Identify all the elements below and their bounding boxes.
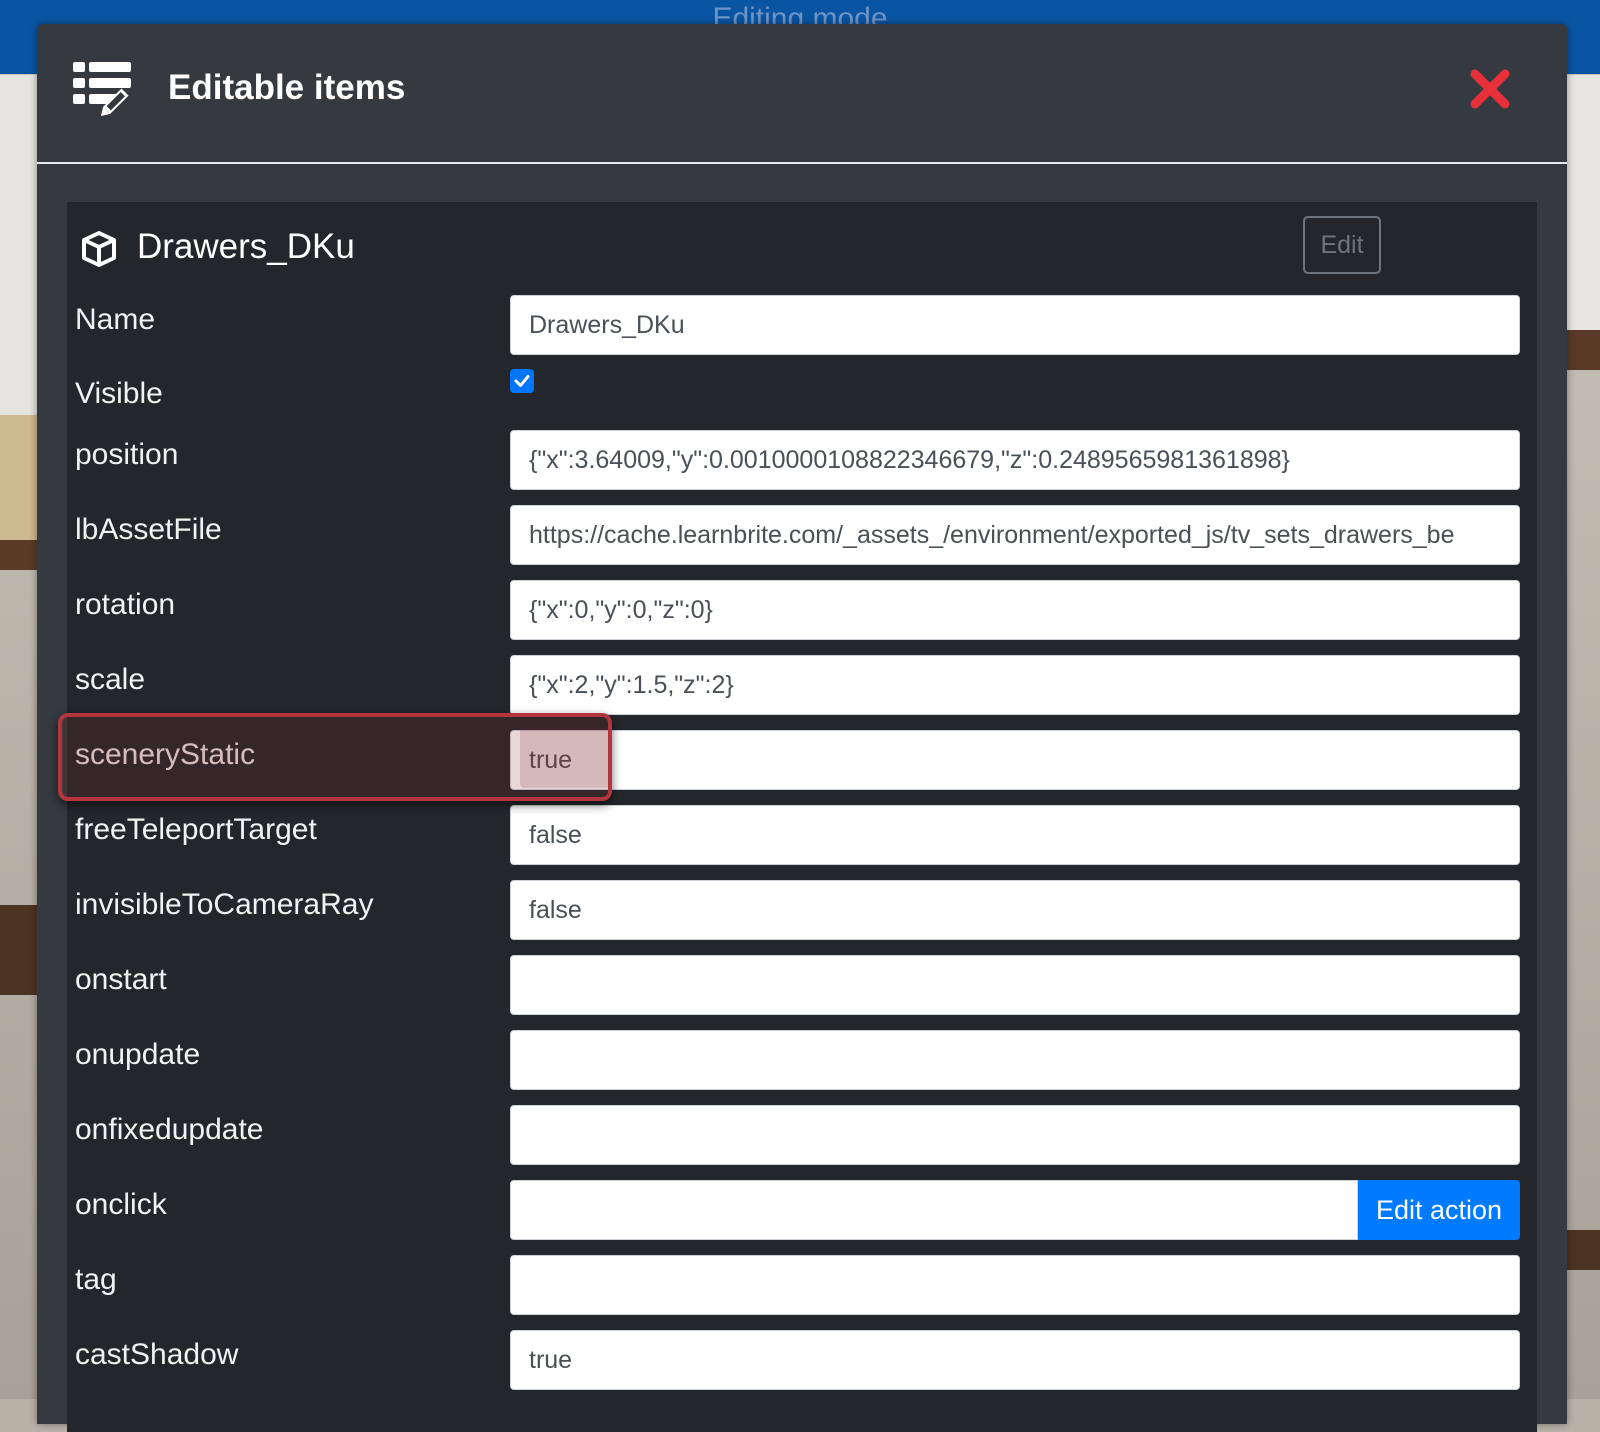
invisibletocameraray-input[interactable]: false bbox=[510, 880, 1520, 940]
field-label: lbAssetFile bbox=[75, 513, 222, 546]
onstart-input[interactable] bbox=[510, 955, 1520, 1015]
rotation-input[interactable]: {"x":0,"y":0,"z":0} bbox=[510, 580, 1520, 640]
field-row-castshadow: castShadow true bbox=[67, 1330, 1537, 1392]
modal-header: Editable items bbox=[37, 24, 1567, 164]
field-label: position bbox=[75, 438, 179, 471]
item-card: Drawers_DKu Edit Name Drawers_DKu Visibl… bbox=[67, 202, 1537, 1432]
cube-icon bbox=[82, 231, 116, 267]
field-row-invisibletocameraray: invisibleToCameraRay false bbox=[67, 880, 1537, 942]
field-label: onupdate bbox=[75, 1038, 201, 1071]
castshadow-input[interactable]: true bbox=[510, 1330, 1520, 1390]
onclick-input[interactable] bbox=[510, 1180, 1358, 1240]
field-label: freeTeleportTarget bbox=[75, 813, 317, 846]
field-row-onstart: onstart bbox=[67, 955, 1537, 1017]
field-row-onclick: onclick Edit action bbox=[67, 1180, 1537, 1242]
field-row-onupdate: onupdate bbox=[67, 1030, 1537, 1092]
scene-beam bbox=[1564, 1230, 1600, 1270]
scale-input[interactable]: {"x":2,"y":1.5,"z":2} bbox=[510, 655, 1520, 715]
field-row-name: Name Drawers_DKu bbox=[67, 295, 1537, 357]
field-row-onfixedupdate: onfixedupdate bbox=[67, 1105, 1537, 1167]
field-label: rotation bbox=[75, 588, 176, 621]
field-label: scale bbox=[75, 663, 146, 696]
field-row-tag: tag bbox=[67, 1255, 1537, 1317]
name-input[interactable]: Drawers_DKu bbox=[510, 295, 1520, 355]
field-label: onfixedupdate bbox=[75, 1113, 264, 1146]
field-label: onclick bbox=[75, 1188, 167, 1221]
field-label: Name bbox=[75, 303, 156, 336]
edit-button[interactable]: Edit bbox=[1303, 216, 1381, 274]
modal-title: Editable items bbox=[168, 68, 406, 107]
visible-checkbox[interactable] bbox=[510, 369, 534, 393]
field-row-scale: scale {"x":2,"y":1.5,"z":2} bbox=[67, 655, 1537, 717]
field-row-lbassetfile: lbAssetFile https://cache.learnbrite.com… bbox=[67, 505, 1537, 567]
onfixedupdate-input[interactable] bbox=[510, 1105, 1520, 1165]
field-row-visible: Visible bbox=[67, 363, 1537, 425]
position-input[interactable]: {"x":3.64009,"y":0.0010000108822346679,"… bbox=[510, 430, 1520, 490]
field-row-rotation: rotation {"x":0,"y":0,"z":0} bbox=[67, 580, 1537, 642]
list-edit-icon bbox=[73, 62, 131, 117]
field-row-freeteleporttarget: freeTeleportTarget false bbox=[67, 805, 1537, 867]
scene-beam bbox=[0, 540, 40, 570]
highlight-background bbox=[58, 713, 612, 801]
field-label: onstart bbox=[75, 963, 167, 996]
scene-wall-right bbox=[1564, 75, 1600, 335]
scenerystatic-input[interactable]: true bbox=[510, 730, 1520, 790]
onupdate-input[interactable] bbox=[510, 1030, 1520, 1090]
checkmark-icon bbox=[514, 375, 530, 387]
edit-action-button[interactable]: Edit action bbox=[1358, 1180, 1520, 1240]
scene-beam bbox=[0, 905, 40, 995]
scene-wall-left bbox=[0, 75, 40, 415]
scene-wall-left-lower bbox=[0, 415, 40, 545]
tag-input[interactable] bbox=[510, 1255, 1520, 1315]
item-title: Drawers_DKu bbox=[137, 227, 355, 266]
freeteleporttarget-input[interactable]: false bbox=[510, 805, 1520, 865]
field-row-position: position {"x":3.64009,"y":0.001000010882… bbox=[67, 430, 1537, 492]
scene-beam bbox=[1564, 330, 1600, 370]
lbassetfile-input[interactable]: https://cache.learnbrite.com/_assets_/en… bbox=[510, 505, 1520, 565]
field-label: Visible bbox=[75, 377, 163, 410]
field-label: tag bbox=[75, 1263, 117, 1296]
field-label: castShadow bbox=[75, 1338, 239, 1371]
field-label: invisibleToCameraRay bbox=[75, 888, 374, 921]
item-header: Drawers_DKu Edit bbox=[67, 202, 1537, 290]
close-icon[interactable] bbox=[1469, 68, 1511, 110]
